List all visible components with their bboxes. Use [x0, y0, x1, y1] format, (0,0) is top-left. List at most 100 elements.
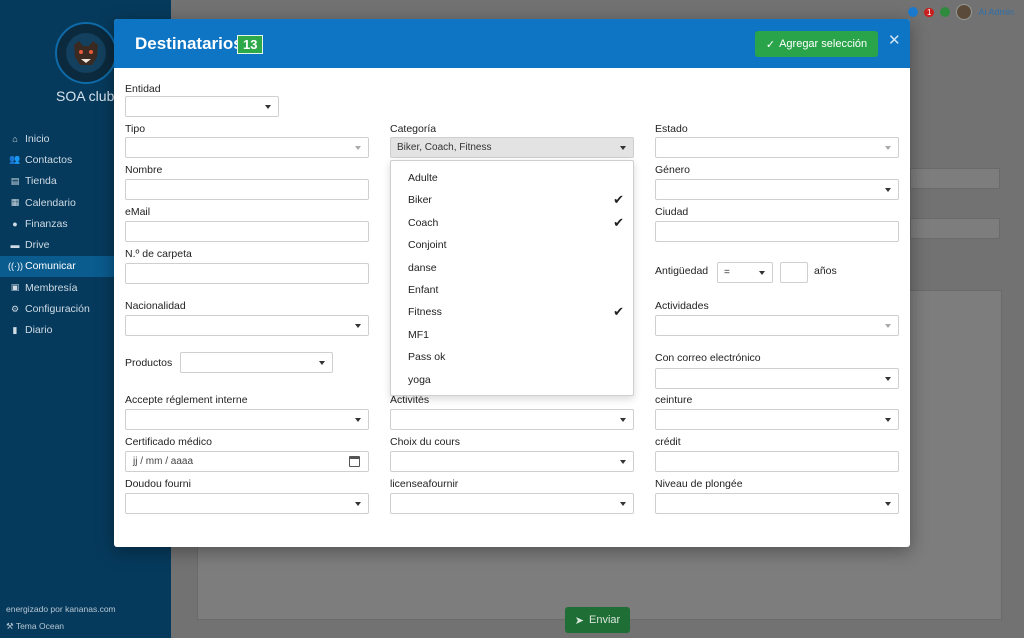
categoria-option[interactable]: MF1 [391, 324, 633, 346]
genero-label: Género [655, 164, 691, 176]
categoria-option[interactable]: Adulte [391, 167, 633, 189]
certificado-date-input[interactable]: jj / mm / aaaa [125, 451, 369, 472]
checkmark-icon: ✔ [613, 304, 624, 320]
doudou-label: Doudou fourni [125, 478, 191, 490]
categoria-option[interactable]: Pass ok [391, 346, 633, 368]
plongee-label: Niveau de plongée [655, 478, 743, 490]
ceinture-select[interactable] [655, 409, 899, 430]
antiguedad-operator-value: = [724, 267, 730, 278]
categoria-label: Categoría [390, 123, 437, 135]
credit-input[interactable] [655, 451, 899, 472]
paper-plane-icon: ➤ [574, 614, 585, 627]
ceinture-label: ceinture [655, 394, 693, 406]
sidebar-item-label: Configuración [25, 303, 90, 316]
categoria-option-label: Biker [408, 194, 432, 207]
modal-title: Destinatarios [135, 34, 243, 53]
categoria-option-label: Pass ok [408, 351, 446, 364]
store-icon: ▤ [10, 175, 20, 186]
estado-label: Estado [655, 123, 688, 135]
status-icon[interactable] [940, 7, 951, 17]
calendar-icon: ▦ [10, 197, 20, 208]
correo-label: Con correo electrónico [655, 352, 761, 364]
tipo-label: Tipo [125, 123, 146, 135]
plongee-select[interactable] [655, 493, 899, 514]
send-button[interactable]: ➤ Enviar [565, 607, 630, 633]
powered-by[interactable]: energizado por kananas.com [6, 604, 116, 614]
antiguedad-label: Antigüedad [655, 265, 709, 277]
license-select[interactable] [390, 493, 634, 514]
nacionalidad-select[interactable] [125, 315, 369, 336]
categoria-select[interactable]: Biker, Coach, Fitness [390, 137, 634, 158]
avatar[interactable] [956, 4, 973, 20]
calendar-icon[interactable] [349, 456, 360, 467]
broadcast-icon: ((·)) [8, 261, 23, 272]
genero-select[interactable] [655, 179, 899, 200]
close-icon[interactable]: ✕ [888, 31, 901, 49]
choix-label: Choix du cours [390, 436, 461, 448]
date-placeholder: jj / mm / aaaa [133, 456, 194, 467]
check-icon: ✓ [765, 38, 776, 51]
estado-select[interactable] [655, 137, 899, 158]
productos-label: Productos [125, 357, 173, 369]
categoria-option-label: Fitness [408, 306, 442, 319]
sidebar-item-label: Calendario [25, 196, 76, 209]
carpeta-input[interactable] [125, 263, 369, 284]
bear-logo-icon [66, 33, 106, 73]
entidad-select[interactable] [125, 96, 279, 117]
checkmark-icon: ✔ [613, 192, 624, 208]
sidebar-item-label: Diario [25, 324, 53, 337]
ciudad-input[interactable] [655, 221, 899, 242]
categoria-option[interactable]: danse [391, 257, 633, 279]
cog-icon: ⚙ [10, 303, 20, 314]
doudou-select[interactable] [125, 493, 369, 514]
categoria-option[interactable]: Fitness ✔ [391, 301, 633, 323]
antiguedad-years-input[interactable] [780, 262, 808, 283]
choix-select[interactable] [390, 451, 634, 472]
categoria-option[interactable]: Biker ✔ [391, 189, 633, 211]
actividades-select[interactable] [655, 315, 899, 336]
drive-icon: ▬ [10, 240, 20, 251]
home-icon: ⌂ [12, 133, 18, 144]
entidad-label: Entidad [125, 83, 161, 95]
correo-select[interactable] [655, 368, 899, 389]
ciudad-label: Ciudad [655, 206, 689, 218]
email-label: eMail [125, 206, 151, 218]
categoria-option[interactable]: Conjoint [391, 234, 633, 256]
categoria-option[interactable]: Enfant [391, 279, 633, 301]
background-input [910, 168, 1000, 189]
nombre-input[interactable] [125, 179, 369, 200]
sidebar-item-label: Inicio [25, 132, 50, 145]
club-logo [55, 22, 117, 84]
reglement-label: Accepte réglement interne [125, 394, 248, 406]
background-select [910, 218, 1000, 239]
email-input[interactable] [125, 221, 369, 242]
help-icon[interactable] [908, 7, 919, 17]
theme-label[interactable]: ⚒ Tema Ocean [6, 621, 64, 632]
sidebar-item-label: Membresía [25, 281, 78, 294]
categoria-option-label: Adulte [408, 172, 438, 184]
productos-select[interactable] [180, 352, 333, 373]
categoria-dropdown-list: Adulte Biker ✔ Coach ✔ Conjoint danse Enfant Fit… [390, 160, 634, 396]
add-selection-label: Agregar selección [779, 38, 868, 50]
sidebar-item-label: Drive [25, 239, 50, 252]
activites-select[interactable] [390, 409, 634, 430]
club-name: SOA club [56, 88, 115, 104]
modal-header: Destinatarios 13 ✓ Agregar selección ✕ [114, 19, 910, 68]
add-selection-button[interactable]: ✓ Agregar selección [755, 31, 878, 57]
categoria-option[interactable]: yoga [391, 369, 633, 391]
id-card-icon: ▣ [10, 282, 20, 293]
categoria-option-label: Conjoint [408, 239, 447, 252]
license-label: licenseafournir [390, 478, 459, 490]
tipo-select[interactable] [125, 137, 369, 158]
categoria-option[interactable]: Coach ✔ [391, 212, 633, 234]
certificado-label: Certificado médico [125, 436, 212, 448]
checkmark-icon: ✔ [613, 214, 624, 230]
notification-badge[interactable]: 1 [924, 7, 935, 17]
antiguedad-operator-select[interactable]: = [717, 262, 773, 283]
categoria-option-label: yoga [408, 373, 431, 386]
book-icon: ▮ [12, 324, 18, 335]
credit-label: crédit [655, 436, 681, 448]
reglement-select[interactable] [125, 409, 369, 430]
user-menu[interactable]: Ai Admin [978, 7, 1014, 17]
nacionalidad-label: Nacionalidad [125, 300, 186, 312]
